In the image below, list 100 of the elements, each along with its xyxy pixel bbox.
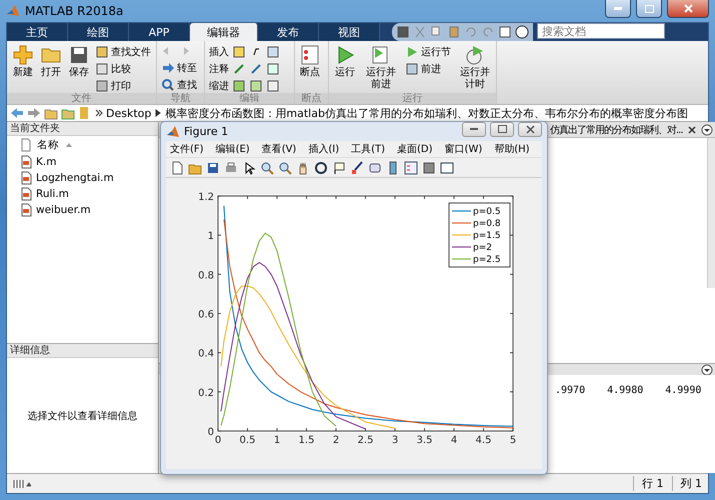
back-icon[interactable] xyxy=(10,106,24,120)
ribbon-tab[interactable]: 发布 xyxy=(258,23,319,41)
close-icon[interactable] xyxy=(686,124,697,134)
restore-button[interactable] xyxy=(490,122,514,137)
path-segment[interactable]: Desktop xyxy=(106,106,152,120)
indent-button[interactable]: 缩进 xyxy=(209,78,229,93)
new-file-icon[interactable] xyxy=(170,160,184,175)
go-to-button[interactable]: 转至 xyxy=(161,60,197,75)
brush-icon[interactable] xyxy=(350,160,364,175)
menu-item[interactable]: 桌面(D) xyxy=(397,142,433,156)
data-cursor-icon[interactable] xyxy=(332,160,346,175)
breakpoints-icon xyxy=(300,44,320,66)
open-button[interactable]: 打开 xyxy=(39,44,63,93)
save-icon[interactable] xyxy=(206,160,220,175)
menu-item[interactable]: 帮助(H) xyxy=(494,142,530,156)
insert-button[interactable]: 插入 xyxy=(209,44,229,59)
panel-title: 详细信息 xyxy=(7,344,158,358)
details-message: 选择文件以查看详细信息 xyxy=(28,410,138,422)
minimize-button[interactable] xyxy=(605,0,631,18)
close-icon xyxy=(684,4,692,13)
zoom-in-icon[interactable] xyxy=(260,160,274,175)
ribbon-tab[interactable]: 视图 xyxy=(319,23,380,41)
forward-icon[interactable] xyxy=(27,106,41,120)
run-button[interactable]: 运行 xyxy=(333,44,357,93)
y-tick-label: 0.2 xyxy=(198,388,214,399)
matlab-logo-icon xyxy=(6,4,20,18)
search-field[interactable]: 搜索文档 xyxy=(537,23,665,39)
close-button[interactable] xyxy=(518,122,542,137)
ribbon-tab[interactable]: 绘图 xyxy=(68,23,129,41)
file-name[interactable]: weibuer.m xyxy=(36,204,91,216)
document-icon xyxy=(19,187,33,201)
new-button[interactable]: 新建 xyxy=(11,44,35,93)
ribbon-tab[interactable]: 编辑器 xyxy=(190,23,258,41)
rotate-icon[interactable] xyxy=(314,160,328,175)
menu-item[interactable]: 查看(V) xyxy=(262,142,296,156)
plus-icon xyxy=(12,44,34,66)
run-time-button[interactable]: 运行并计时 xyxy=(455,44,495,93)
x-tick-label: 2.5 xyxy=(358,435,374,446)
floppy-icon xyxy=(68,44,90,66)
legend-label: p=1.5 xyxy=(473,231,501,241)
x-tick-label: 4 xyxy=(450,435,458,446)
window-title: MATLAB R2018a xyxy=(25,4,124,18)
y-tick-label: 0.8 xyxy=(198,270,214,282)
file-name[interactable]: Ruli.m xyxy=(36,188,69,200)
ribbon-tab[interactable]: 主页 xyxy=(7,23,68,41)
dropdown-icon[interactable] xyxy=(700,364,713,376)
document-icon xyxy=(19,203,33,217)
path-segment[interactable]: 概率密度分布函数图：用matlab仿真出了常用的分布如瑞利、对数正太分布、韦布尔分布的概率密度分布图 xyxy=(165,106,688,120)
menu-item[interactable]: 窗口(W) xyxy=(444,142,482,156)
figure-title: Figure 1 xyxy=(184,125,230,138)
maximize-button[interactable] xyxy=(636,0,662,18)
group-label: 断点 xyxy=(295,93,328,104)
menu-item[interactable]: 工具(T) xyxy=(351,142,386,156)
y-tick-label: 0 xyxy=(208,427,214,438)
menu-item[interactable]: 编辑(E) xyxy=(216,142,250,156)
x-tick-label: 4.5 xyxy=(476,435,492,446)
menu-item[interactable]: 插入(I) xyxy=(308,142,340,156)
save-button[interactable]: 保存 xyxy=(67,44,91,93)
legend-line xyxy=(452,210,472,212)
dropdown-icon[interactable] xyxy=(700,124,713,136)
close-button[interactable] xyxy=(667,0,709,18)
file-name[interactable]: K.m xyxy=(36,156,56,168)
find-button[interactable]: 查找 xyxy=(161,77,197,92)
zoom-out-icon[interactable] xyxy=(278,160,292,175)
y-tick-label: 0.4 xyxy=(198,348,214,360)
save-icon[interactable] xyxy=(396,25,410,39)
y-tick-label: 0.6 xyxy=(198,310,214,320)
run-advance-button[interactable]: 运行并前进 xyxy=(361,44,401,93)
panel-title: 当前文件夹 xyxy=(7,122,158,136)
search-icon xyxy=(161,78,175,92)
output-value: .9970 xyxy=(555,385,586,398)
uncomment-icon[interactable] xyxy=(249,62,263,76)
matlab-logo-icon xyxy=(166,124,180,139)
column-header[interactable]: 名称 xyxy=(37,138,59,152)
legend-line xyxy=(452,258,472,260)
run-section-button[interactable]: 运行节 xyxy=(405,44,451,59)
file-name[interactable]: Logzhengtai.m xyxy=(36,172,114,184)
legend-line xyxy=(452,222,472,224)
panel-icon[interactable] xyxy=(440,160,454,175)
square-icon[interactable] xyxy=(422,160,436,175)
editor-tab-title[interactable]: 仿真出了常用的分布如瑞利、对... xyxy=(550,122,683,136)
comment-button[interactable]: 注释 xyxy=(209,61,229,76)
minimize-button[interactable] xyxy=(462,122,486,137)
find-files-button[interactable]: 查找文件 xyxy=(95,44,151,59)
menu-item[interactable]: 文件(F) xyxy=(170,142,204,156)
x-tick-label: 1.5 xyxy=(298,435,314,446)
output-value: 4.9980 xyxy=(607,385,644,398)
restore-icon xyxy=(498,125,506,134)
legend-icon[interactable] xyxy=(404,160,418,175)
x-tick-label: 1 xyxy=(274,435,280,446)
print-button[interactable]: 打印 xyxy=(95,78,151,93)
x-tick-label: 0.5 xyxy=(240,435,256,446)
play-icon xyxy=(405,44,419,58)
scrollbar[interactable] xyxy=(706,138,715,288)
compare-button[interactable]: 比较 xyxy=(95,61,151,76)
percent-icon[interactable] xyxy=(232,62,246,76)
breakpoints-button[interactable]: 断点 xyxy=(299,44,321,93)
x-tick-label: 3.5 xyxy=(416,435,432,446)
ribbon-tab[interactable]: APP xyxy=(129,23,190,41)
advance-button[interactable]: 前进 xyxy=(405,61,451,76)
